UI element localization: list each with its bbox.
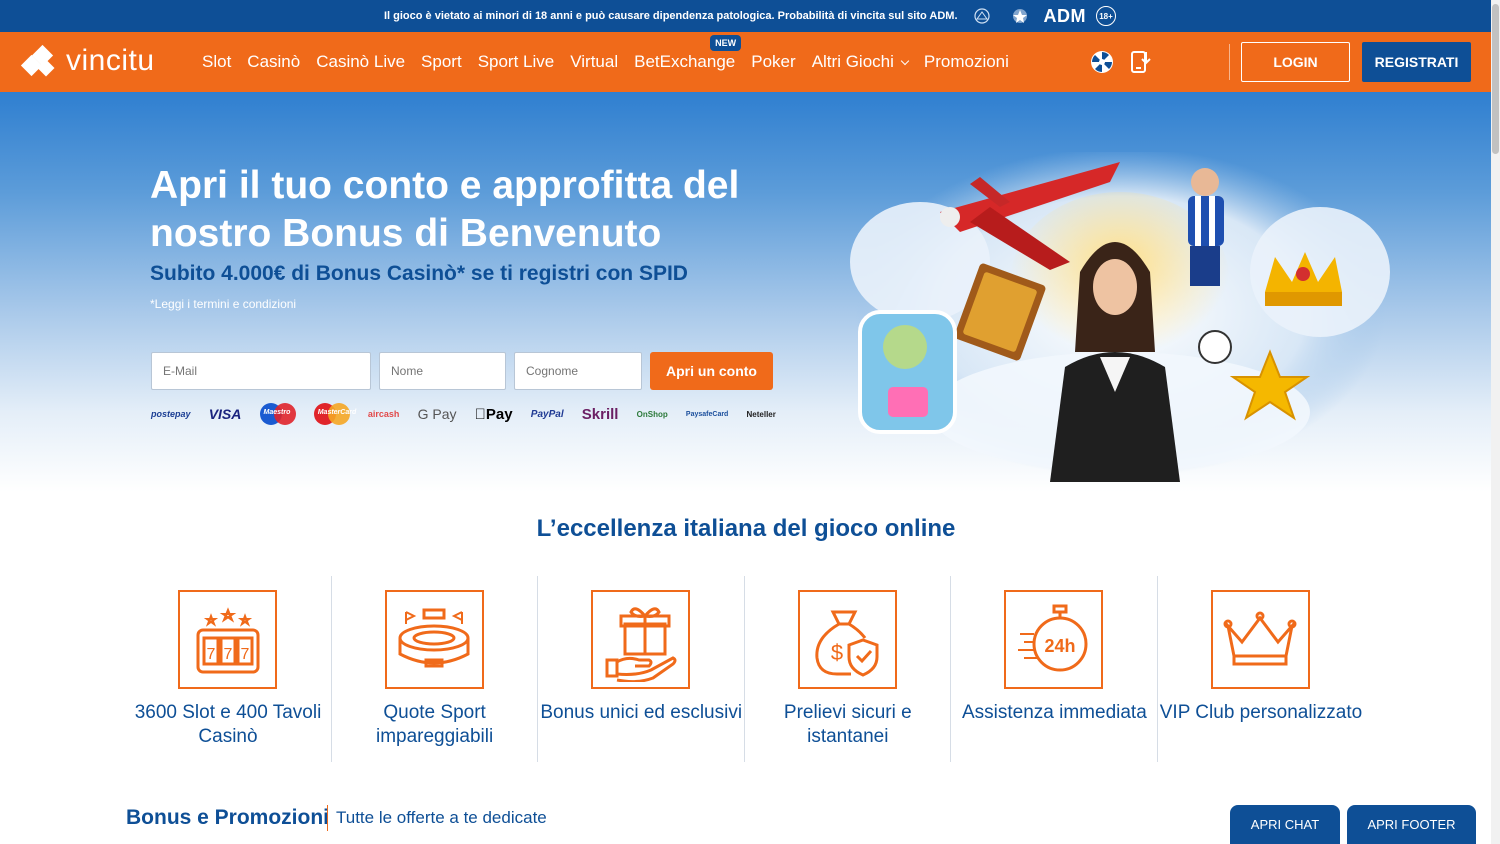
- scrollbar[interactable]: [1491, 0, 1500, 844]
- login-button[interactable]: LOGIN: [1241, 42, 1350, 82]
- paypal-logo: PayPal: [526, 408, 564, 420]
- feature-withdrawals: $ Prelievi sicuri e istantanei: [745, 576, 952, 762]
- google-pay-logo: G Pay: [417, 406, 457, 422]
- svg-text:7: 7: [240, 646, 249, 663]
- legal-notice-text: Il gioco è vietato ai minori di 18 anni …: [383, 10, 958, 22]
- feature-support: 24h Assistenza immediata: [951, 576, 1158, 762]
- logo-text: vincitu: [66, 44, 155, 77]
- nav-item-promozioni[interactable]: Promozioni: [924, 52, 1009, 72]
- svg-text:24h: 24h: [1044, 636, 1075, 656]
- republic-emblem-icon: [1006, 6, 1034, 26]
- slot-machine-icon: 7 7 7: [178, 590, 277, 689]
- emblem-icon: [968, 6, 996, 26]
- hero-subtitle: Subito 4.000€ di Bonus Casinò* se ti reg…: [150, 262, 688, 285]
- nav-item-casino[interactable]: Casinò: [247, 52, 300, 72]
- feature-slots: 7 7 7 3600 Slot e 400 Tavoli Casinò: [125, 576, 332, 762]
- mastercard-logo: MasterCard: [313, 403, 356, 425]
- hero-artwork: [850, 152, 1390, 482]
- nome-field[interactable]: [379, 352, 506, 390]
- wheel-icon[interactable]: [1090, 50, 1114, 79]
- open-account-button[interactable]: Apri un conto: [650, 352, 773, 390]
- svg-text:7: 7: [206, 646, 215, 663]
- register-button[interactable]: REGISTRATI: [1362, 42, 1471, 82]
- nav-divider: [1229, 44, 1230, 80]
- nav-item-sport[interactable]: Sport: [421, 52, 462, 72]
- svg-text:7: 7: [223, 646, 232, 663]
- nav-item-casino-live[interactable]: Casinò Live: [316, 52, 405, 72]
- neteller-logo: Neteller: [746, 409, 776, 419]
- nav-item-slot[interactable]: Slot: [202, 52, 231, 72]
- gift-hand-icon: [591, 590, 691, 689]
- onshop-logo: OnShop: [634, 409, 668, 419]
- feature-vip: VIP Club personalizzato: [1158, 576, 1365, 762]
- open-footer-button[interactable]: APRI FOOTER: [1347, 805, 1476, 844]
- postepay-logo: postepay: [151, 409, 191, 419]
- features-title: L’eccellenza italiana del gioco online: [536, 515, 956, 542]
- promotions-subtitle: Tutte le offerte a te dedicate: [336, 808, 547, 827]
- vincitu-logo[interactable]: vincitu: [20, 44, 155, 78]
- nav-item-poker[interactable]: Poker: [751, 52, 795, 72]
- apple-pay-logo: Pay: [475, 405, 513, 423]
- feature-label: Quote Sport impareggiabili: [375, 702, 494, 747]
- nav-item-betexchange[interactable]: BetExchange NEW: [634, 35, 742, 72]
- email-field[interactable]: [151, 352, 371, 390]
- skrill-logo: Skrill: [578, 405, 619, 423]
- nav-item-altri-giochi[interactable]: Altri Giochi: [811, 52, 910, 72]
- promotions-title: Bonus e Promozioni: [126, 806, 330, 829]
- new-badge: NEW: [710, 35, 742, 51]
- visa-logo: VISA: [208, 406, 242, 422]
- legal-notice-bar: Il gioco è vietato ai minori di 18 anni …: [0, 0, 1500, 32]
- mobile-download-icon[interactable]: [1130, 50, 1152, 79]
- hero-banner: Apri il tuo conto e approfitta del nostr…: [0, 92, 1500, 492]
- payment-methods: postepay VISA Maestro MasterCard aircash…: [151, 403, 776, 425]
- stopwatch-24h-icon: 24h: [1004, 590, 1104, 689]
- feature-label: Assistenza immediata: [961, 702, 1147, 723]
- scrollbar-thumb[interactable]: [1492, 4, 1499, 154]
- nav-item-sport-live[interactable]: Sport Live: [478, 52, 555, 72]
- promotions-divider: [327, 805, 328, 831]
- nav-item-virtual[interactable]: Virtual: [570, 52, 618, 72]
- character-illustration: [858, 310, 957, 434]
- crown-icon: [1210, 590, 1310, 689]
- feature-label: Prelievi sicuri e istantanei: [783, 702, 912, 747]
- age-18-badge: 18+: [1096, 6, 1117, 26]
- nav-icons: [1090, 50, 1152, 79]
- feature-bonus: Bonus unici ed esclusivi: [538, 576, 745, 762]
- chevron-down-icon: [900, 56, 910, 66]
- money-bag-shield-icon: $: [797, 590, 897, 689]
- stadium-icon: [384, 590, 484, 689]
- main-navbar: vincitu Slot Casinò Casinò Live Sport Sp…: [0, 32, 1500, 92]
- nav-menu: Slot Casinò Casinò Live Sport Sport Live…: [202, 32, 1009, 92]
- paysafecard-logo: PaysafeCard: [684, 410, 728, 418]
- feature-label: VIP Club personalizzato: [1159, 702, 1363, 723]
- nav-item-altri-giochi-label: Altri Giochi: [811, 52, 894, 71]
- adm-logo-text: ADM: [1043, 5, 1087, 26]
- hero-title: Apri il tuo conto e approfitta del nostr…: [150, 164, 740, 255]
- aircash-logo: aircash: [367, 409, 400, 419]
- feature-label: Bonus unici ed esclusivi: [540, 702, 743, 723]
- terms-link[interactable]: *Leggi i termini e condizioni: [150, 297, 296, 311]
- logo-diamonds-icon: [20, 44, 60, 78]
- feature-sport: Quote Sport impareggiabili: [332, 576, 539, 762]
- cognome-field[interactable]: [514, 352, 642, 390]
- feature-label: 3600 Slot e 400 Tavoli Casinò: [134, 702, 322, 747]
- maestro-logo: Maestro: [259, 403, 296, 425]
- svg-text:$: $: [831, 640, 843, 665]
- features-row: 7 7 7 3600 Slot e 400 Tavoli Casinò Quot…: [125, 576, 1365, 762]
- nav-item-betexchange-label: BetExchange: [634, 52, 736, 71]
- open-chat-button[interactable]: APRI CHAT: [1230, 805, 1340, 844]
